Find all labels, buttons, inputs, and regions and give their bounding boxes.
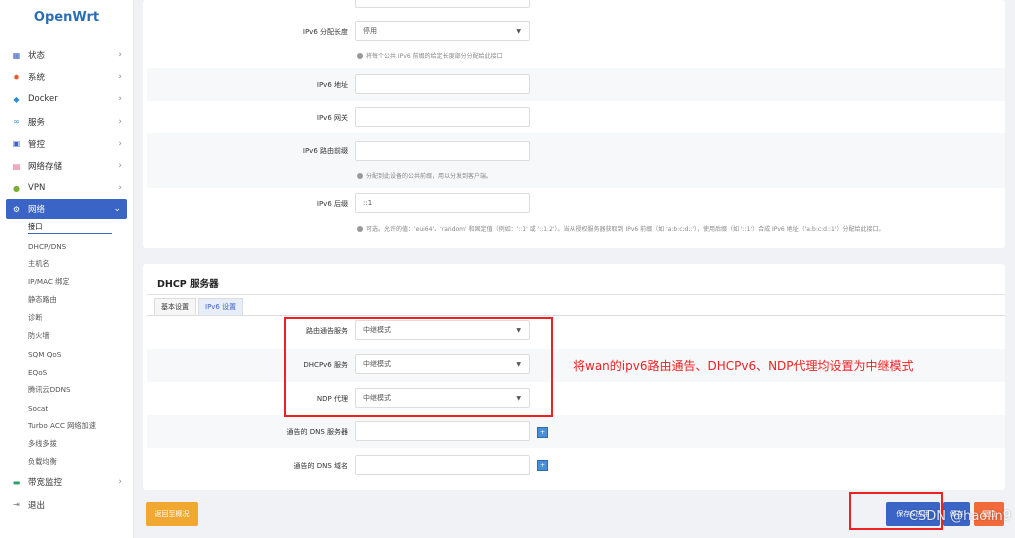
sidebar-menu: ▦ 状态 › ✹ 系统 › ◆ Docker › ∞ 服务 › ▣ 管控 › ▤ 网络存储 › ● VPN… bbox=[0, 44, 133, 516]
ipv6-prefix-input[interactable] bbox=[355, 141, 530, 161]
sidebar-item-status[interactable]: ▦ 状态 › bbox=[0, 44, 133, 66]
ipv6-suffix-label: IPv6 后缀 bbox=[316, 200, 348, 208]
ipv6-assign-length-label: IPv6 分配长度 bbox=[302, 28, 348, 36]
sidebar-item-bandwidth[interactable]: ▬ 带宽监控 › bbox=[0, 471, 133, 493]
add-entry-icon[interactable]: + bbox=[537, 460, 548, 471]
dhcp-tabs: 基本设置 IPv6 设置 bbox=[154, 298, 245, 315]
dhcp-section-title: DHCP 服务器 bbox=[157, 279, 219, 290]
logout-icon: ⇥ bbox=[13, 500, 20, 510]
sidebar-subitem-sqm-qos[interactable]: SQM QoS bbox=[0, 345, 133, 363]
bandwidth-icon: ▬ bbox=[12, 477, 21, 487]
sidebar-subitem-firewall[interactable]: 防火墙 bbox=[0, 327, 133, 345]
tab-ipv6-settings[interactable]: IPv6 设置 bbox=[198, 298, 244, 315]
sidebar-subitem-eqos[interactable]: EQoS bbox=[0, 363, 133, 381]
row-ipv6-prefix-bg bbox=[147, 133, 1005, 188]
dns-domain-input[interactable] bbox=[355, 455, 530, 475]
chevron-down-icon: ⌄ bbox=[113, 204, 121, 215]
services-icon: ∞ bbox=[13, 117, 20, 127]
control-icon: ▣ bbox=[12, 139, 21, 149]
sidebar-item-control[interactable]: ▣ 管控 › bbox=[0, 133, 133, 155]
dashboard-icon: ▦ bbox=[12, 50, 21, 60]
dns-server-label: 通告的 DNS 服务器 bbox=[286, 428, 348, 436]
ipv6-gateway-label: IPv6 网关 bbox=[316, 114, 348, 122]
sidebar-subitem-ip-mac-binding[interactable]: IP/MAC 绑定 bbox=[0, 273, 133, 291]
ipv6-assign-length-select[interactable]: 停用 ▼ bbox=[355, 21, 530, 41]
sidebar-subitem-diagnostics[interactable]: 诊断 bbox=[0, 309, 133, 327]
sidebar-item-system[interactable]: ✹ 系统 › bbox=[0, 66, 133, 88]
ipv6-suffix-hint: 可选。允许的值：'eui64'、'random' 和固定值（例如：'::1' 或… bbox=[357, 224, 997, 233]
sidebar-subitem-dhcp-dns[interactable]: DHCP/DNS bbox=[0, 237, 133, 255]
interface-settings-card bbox=[143, 0, 1005, 248]
chevron-right-icon: › bbox=[118, 138, 122, 149]
ipv6-suffix-input[interactable]: ::1 bbox=[355, 193, 530, 213]
chevron-right-icon: › bbox=[118, 183, 122, 194]
sidebar: OpenWrt ▦ 状态 › ✹ 系统 › ◆ Docker › ∞ 服务 › ▣ 管控 › ▤ 网络… bbox=[0, 0, 134, 538]
sidebar-item-vpn[interactable]: ● VPN › bbox=[0, 177, 133, 199]
sidebar-subitem-turbo-acc[interactable]: Turbo ACC 网络加速 bbox=[0, 417, 133, 435]
sidebar-subitem-load-balancing[interactable]: 负载均衡 bbox=[0, 453, 133, 471]
sidebar-subitem-tencent-ddns[interactable]: 腾讯云DDNS bbox=[0, 381, 133, 399]
chevron-right-icon: › bbox=[118, 50, 122, 61]
ipv6-address-label: IPv6 地址 bbox=[316, 81, 348, 89]
sidebar-item-logout[interactable]: ⇥ 退出 bbox=[0, 494, 133, 516]
info-icon bbox=[357, 53, 363, 59]
annotation-text: 将wan的ipv6路由通告、DHCPv6、NDP代理均设置为中继模式 bbox=[573, 359, 914, 373]
watermark: CSDN @haolin9 bbox=[908, 509, 1011, 524]
sidebar-subitem-hostnames[interactable]: 主机名 bbox=[0, 255, 133, 273]
vpn-icon: ● bbox=[13, 183, 20, 193]
storage-icon: ▤ bbox=[12, 161, 21, 171]
ipv6-prefix-label: IPv6 路由前缀 bbox=[302, 147, 348, 155]
docker-icon: ◆ bbox=[13, 94, 20, 104]
ipv6-gateway-input[interactable] bbox=[355, 107, 530, 127]
sidebar-subitem-multiwan[interactable]: 多线多拨 bbox=[0, 435, 133, 453]
sidebar-item-network[interactable]: ⚙ 网络 ⌄ bbox=[6, 199, 127, 220]
back-to-overview-button[interactable]: 返回至概况 bbox=[146, 502, 198, 526]
chevron-right-icon: › bbox=[118, 72, 122, 83]
dhcp-title-divider bbox=[147, 294, 1005, 295]
chevron-right-icon: › bbox=[118, 161, 122, 172]
gear-icon: ✹ bbox=[13, 72, 20, 82]
ipv6-assign-length-hint: 将每个公共 IPv6 前缀的给定长度部分分配给此接口 bbox=[357, 51, 503, 60]
dropdown-caret-icon: ▼ bbox=[516, 27, 521, 35]
tabs-underline bbox=[147, 315, 1005, 316]
sidebar-subitem-socat[interactable]: Socat bbox=[0, 399, 133, 417]
truncated-top-field[interactable] bbox=[355, 0, 530, 8]
annotation-highlight-box bbox=[284, 317, 553, 417]
openwrt-logo[interactable]: OpenWrt bbox=[0, 10, 133, 25]
chevron-right-icon: › bbox=[118, 477, 122, 488]
sidebar-item-services[interactable]: ∞ 服务 › bbox=[0, 111, 133, 133]
chevron-right-icon: › bbox=[118, 94, 122, 105]
dns-domain-label: 通告的 DNS 域名 bbox=[293, 462, 348, 470]
sidebar-item-docker[interactable]: ◆ Docker › bbox=[0, 88, 133, 110]
info-icon bbox=[357, 173, 363, 179]
sidebar-item-storage[interactable]: ▤ 网络存储 › bbox=[0, 155, 133, 177]
chevron-right-icon: › bbox=[118, 116, 122, 127]
info-icon bbox=[357, 226, 363, 232]
tab-basic-settings[interactable]: 基本设置 bbox=[154, 298, 196, 315]
sidebar-subitem-static-routes[interactable]: 静态路由 bbox=[0, 291, 133, 309]
ipv6-address-input[interactable] bbox=[355, 74, 530, 94]
dns-server-input[interactable] bbox=[355, 421, 530, 441]
sidebar-subitem-interfaces[interactable]: 接口 bbox=[0, 219, 133, 237]
add-entry-icon[interactable]: + bbox=[537, 427, 548, 438]
ipv6-prefix-hint: 分配到此设备的公共前缀，用以分发到客户端。 bbox=[357, 171, 492, 180]
network-icon: ⚙ bbox=[12, 204, 21, 214]
